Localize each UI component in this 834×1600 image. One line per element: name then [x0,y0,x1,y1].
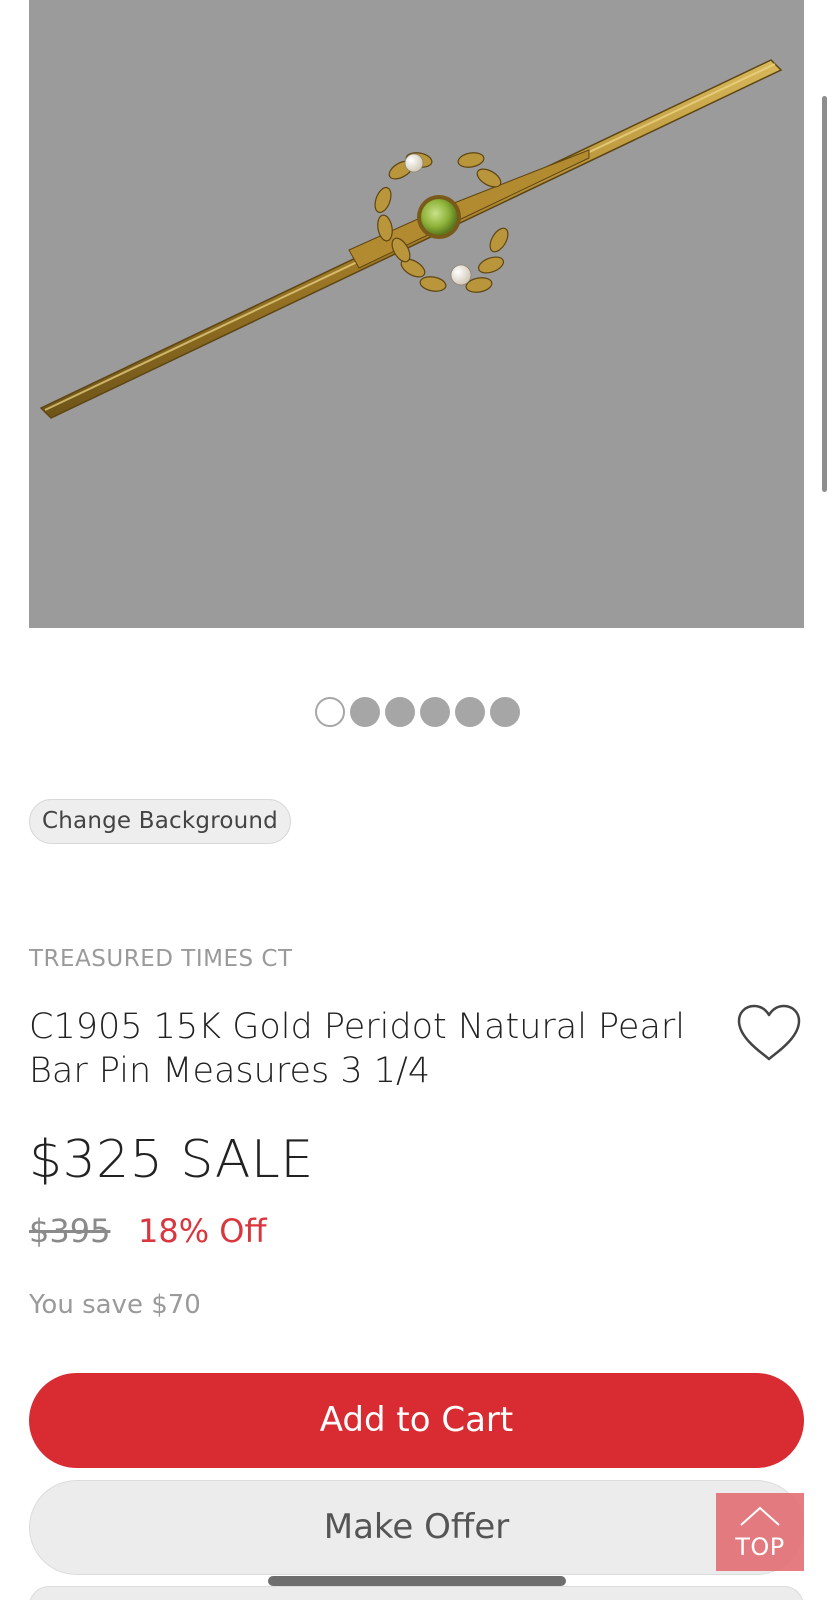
scroll-to-top-button[interactable]: TOP [716,1493,804,1571]
favorite-button[interactable] [735,1003,803,1063]
carousel-dot-3[interactable] [385,697,415,727]
original-price: $395 [29,1212,111,1250]
sale-price: $325 SALE [29,1130,314,1190]
carousel-dot-5[interactable] [455,697,485,727]
savings-text: You save $70 [29,1290,201,1320]
next-action-button[interactable] [29,1586,804,1600]
carousel-dot-1[interactable] [315,697,345,727]
carousel-dot-6[interactable] [490,697,520,727]
carousel-dot-2[interactable] [350,697,380,727]
make-offer-button[interactable]: Make Offer [29,1480,804,1575]
top-label: TOP [735,1533,785,1561]
add-to-cart-button[interactable]: Add to Cart [29,1373,804,1468]
discount-percent: 18% Off [138,1212,267,1250]
carousel-dot-4[interactable] [420,697,450,727]
product-title: C1905 15K Gold Peridot Natural Pearl Bar… [29,1007,686,1091]
change-background-button[interactable]: Change Background [29,799,291,844]
seller-name[interactable]: TREASURED TIMES CT [29,946,293,972]
carousel-dots [315,697,520,727]
scrollbar[interactable] [822,96,827,492]
chevron-up-icon [740,1506,780,1526]
product-image[interactable] [29,0,804,628]
home-indicator[interactable] [268,1576,566,1586]
heart-outline-icon [737,1004,801,1061]
brooch-illustration [39,59,783,419]
